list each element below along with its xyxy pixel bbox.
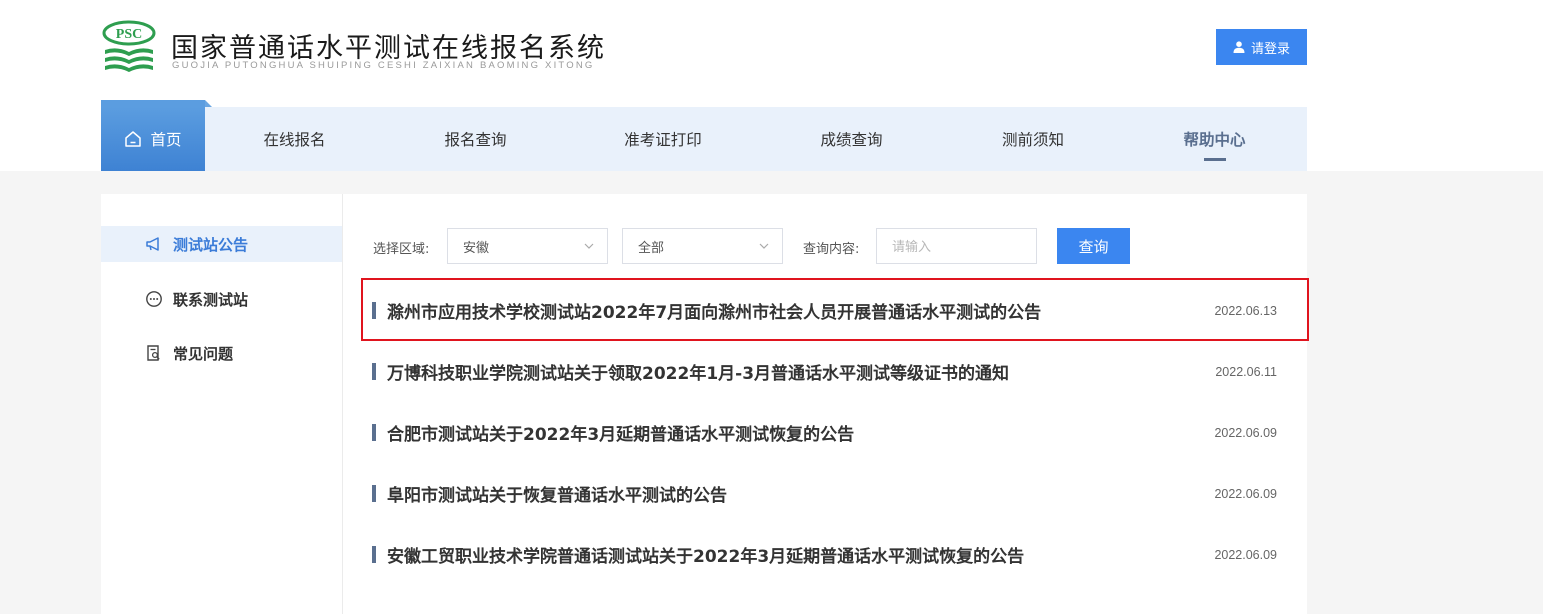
nav-label: 测前须知 — [1001, 131, 1064, 149]
sidebar-item-contact[interactable]: 联系测试站 — [101, 281, 342, 317]
nav-online-registration[interactable]: 在线报名 — [205, 107, 384, 171]
site-logo[interactable]: PSC 国家普通话水平测试在线报名系统 GUOJIA PUTONGHUA SHU… — [101, 20, 641, 76]
province-value: 安徽 — [463, 240, 490, 256]
search-button[interactable]: 查询 — [1057, 228, 1130, 264]
query-input[interactable] — [876, 228, 1037, 264]
nav-registration-query[interactable]: 报名查询 — [384, 107, 567, 171]
notice-date: 2022.06.09 — [1214, 547, 1277, 562]
notice-item[interactable]: 万博科技职业学院测试站关于领取2022年1月-3月普通话水平测试等级证书的通知 … — [363, 341, 1307, 402]
psc-logo-icon: PSC — [102, 20, 156, 72]
notice-date: 2022.06.09 — [1214, 486, 1277, 501]
region-label: 选择区域: — [373, 242, 430, 257]
notice-date: 2022.06.13 — [1214, 303, 1277, 318]
notice-title: 滁州市应用技术学校测试站2022年7月面向滁州市社会人员开展普通话水平测试的公告 — [387, 303, 1042, 323]
document-search-icon — [147, 345, 160, 361]
nav-label: 在线报名 — [263, 131, 326, 149]
home-icon — [125, 131, 142, 147]
sidebar: 测试站公告 联系测试站 常见问题 — [101, 194, 343, 614]
notice-title: 安徽工贸职业技术学院普通话测试站关于2022年3月延期普通话水平测试恢复的公告 — [387, 547, 1025, 567]
nav-label: 准考证打印 — [624, 131, 702, 149]
notice-date: 2022.06.09 — [1214, 425, 1277, 440]
sidebar-item-faq[interactable]: 常见问题 — [101, 335, 342, 371]
notice-item[interactable]: 阜阳市测试站关于恢复普通话水平测试的公告 2022.06.09 — [363, 463, 1307, 524]
notice-marker — [372, 302, 376, 319]
sidebar-item-announcements[interactable]: 测试站公告 — [101, 226, 342, 262]
notice-marker — [372, 485, 376, 502]
nav-label: 帮助中心 — [1183, 131, 1246, 149]
notice-title: 合肥市测试站关于2022年3月延期普通话水平测试恢复的公告 — [387, 425, 855, 445]
nav-label: 成绩查询 — [820, 131, 883, 149]
main-nav: 首页 在线报名 报名查询 准考证打印 成绩查询 测前须知 帮助中心 — [101, 100, 1307, 171]
filter-bar: 选择区域: 安徽 全部 查询内容: 查询 — [373, 228, 1273, 264]
notice-title: 万博科技职业学院测试站关于领取2022年1月-3月普通话水平测试等级证书的通知 — [387, 364, 1010, 384]
header-bar: PSC 国家普通话水平测试在线报名系统 GUOJIA PUTONGHUA SHU… — [0, 0, 1543, 171]
notice-item[interactable]: 安徽工贸职业技术学院普通话测试站关于2022年3月延期普通话水平测试恢复的公告 … — [363, 524, 1307, 585]
notice-marker — [372, 546, 376, 563]
nav-label: 报名查询 — [444, 131, 507, 149]
chat-bubble-icon — [146, 291, 162, 307]
site-subtitle: GUOJIA PUTONGHUA SHUIPING CESHI ZAIXIAN … — [172, 60, 595, 71]
main-content: 测试站公告 联系测试站 常见问题 选择区域: 安徽 全部 查询内容: 查询 滁州… — [101, 194, 1307, 614]
sidebar-item-label: 联系测试站 — [173, 290, 249, 309]
notice-title: 阜阳市测试站关于恢复普通话水平测试的公告 — [387, 486, 727, 506]
nav-help-center[interactable]: 帮助中心 — [1122, 107, 1307, 171]
login-button[interactable]: 请登录 — [1216, 29, 1307, 65]
notice-date: 2022.06.11 — [1215, 364, 1277, 379]
notice-item[interactable]: 合肥市测试站关于2022年3月延期普通话水平测试恢复的公告 2022.06.09 — [363, 402, 1307, 463]
city-select[interactable]: 全部 — [622, 228, 783, 264]
query-label: 查询内容: — [803, 242, 860, 257]
user-icon — [1233, 41, 1245, 53]
city-value: 全部 — [638, 240, 665, 256]
megaphone-icon — [146, 237, 159, 251]
nav-home[interactable]: 首页 — [101, 100, 212, 171]
nav-admission-print[interactable]: 准考证打印 — [567, 107, 759, 171]
notice-marker — [372, 363, 376, 380]
notice-item[interactable]: 滁州市应用技术学校测试站2022年7月面向滁州市社会人员开展普通话水平测试的公告… — [363, 280, 1307, 341]
logo-mark-text: PSC — [116, 27, 142, 42]
chevron-down-icon — [759, 243, 769, 249]
sidebar-item-label: 测试站公告 — [173, 235, 249, 254]
province-select[interactable]: 安徽 — [447, 228, 608, 264]
notice-marker — [372, 424, 376, 441]
nav-test-notice[interactable]: 测前须知 — [944, 107, 1122, 171]
sidebar-item-label: 常见问题 — [173, 344, 234, 363]
login-label: 请登录 — [1250, 40, 1290, 56]
nav-score-query[interactable]: 成绩查询 — [759, 107, 944, 171]
chevron-down-icon — [584, 243, 594, 249]
nav-home-label: 首页 — [150, 131, 182, 149]
